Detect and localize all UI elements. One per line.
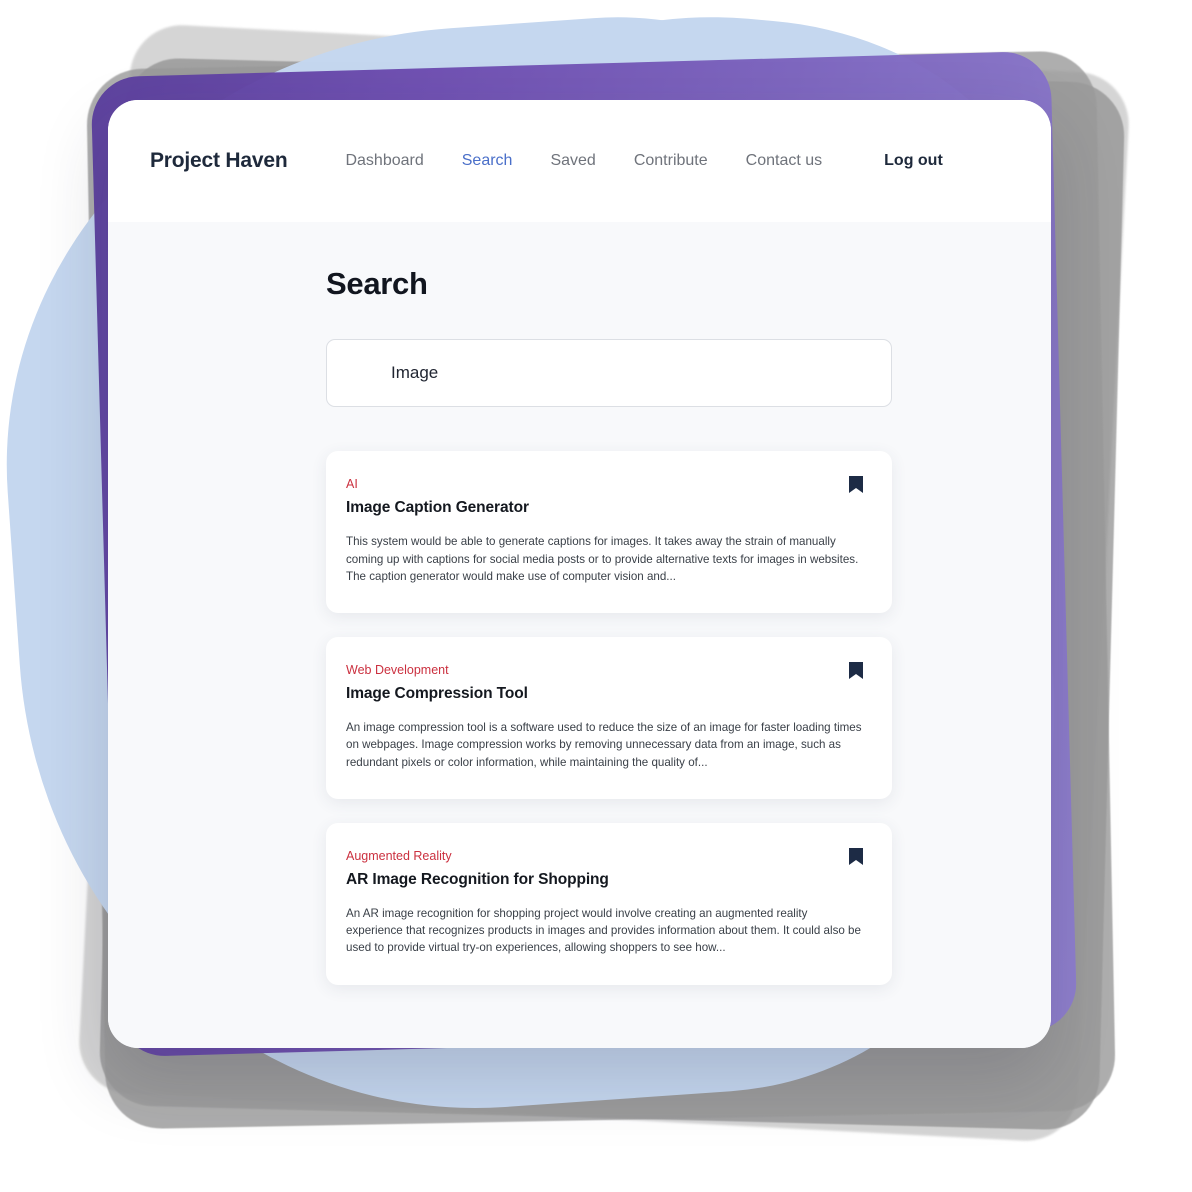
result-description: This system would be able to generate ca… xyxy=(346,535,859,583)
search-field[interactable] xyxy=(326,339,892,407)
result-card[interactable]: Web Development Image Compression Tool A… xyxy=(326,636,892,799)
bookmark-icon[interactable] xyxy=(848,847,864,866)
bookmark-icon[interactable] xyxy=(848,475,864,494)
result-category: Augmented Reality xyxy=(346,848,452,863)
nav-item-dashboard[interactable]: Dashboard xyxy=(345,152,423,170)
app-header: Project Haven Dashboard Search Saved Con… xyxy=(108,100,1051,222)
content-column: Search AI Image Caption Generator This s… xyxy=(326,266,892,985)
result-title: Image Caption Generator xyxy=(346,499,529,516)
results-list: AI Image Caption Generator This system w… xyxy=(326,451,892,985)
result-card[interactable]: AI Image Caption Generator This system w… xyxy=(326,451,892,613)
bookmark-icon[interactable] xyxy=(848,661,864,680)
app-window: Project Haven Dashboard Search Saved Con… xyxy=(108,100,1051,1048)
result-title: Image Compression Tool xyxy=(346,684,528,702)
result-card[interactable]: Augmented Reality AR Image Recognition f… xyxy=(326,822,892,985)
main-nav: Dashboard Search Saved Contribute Contac… xyxy=(345,152,942,170)
nav-item-search[interactable]: Search xyxy=(462,152,513,170)
result-category: AI xyxy=(346,477,358,491)
nav-item-contribute[interactable]: Contribute xyxy=(634,152,708,170)
logout-link[interactable]: Log out xyxy=(884,152,943,170)
result-description: An AR image recognition for shopping pro… xyxy=(346,907,861,955)
result-category: Web Development xyxy=(346,662,449,677)
page-title: Search xyxy=(326,266,428,301)
nav-item-saved[interactable]: Saved xyxy=(550,152,595,170)
screenshot-stage: Project Haven Dashboard Search Saved Con… xyxy=(0,0,1192,1192)
search-input[interactable] xyxy=(391,363,831,383)
brand-logo[interactable]: Project Haven xyxy=(150,149,288,173)
result-description: An image compression tool is a software … xyxy=(346,721,862,769)
app-body: Search AI Image Caption Generator This s… xyxy=(108,222,1051,1048)
result-title: AR Image Recognition for Shopping xyxy=(346,870,609,888)
nav-item-contact-us[interactable]: Contact us xyxy=(746,152,822,170)
